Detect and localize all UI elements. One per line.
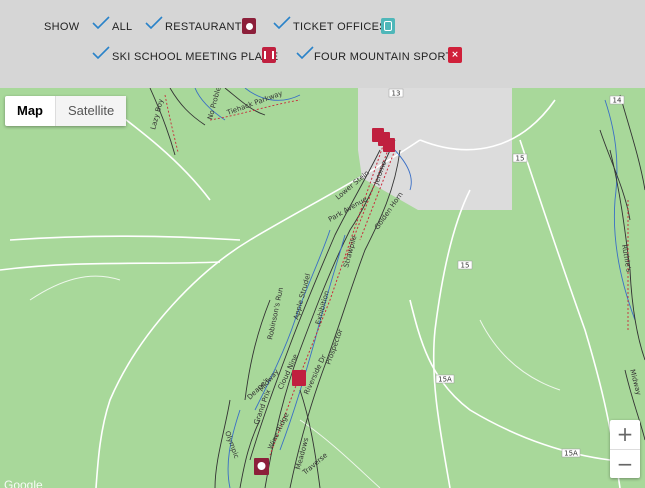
svg-text:No Problem: No Problem (206, 88, 224, 121)
google-logo: Google (4, 478, 43, 488)
map-graphic: 13 14 15 15 15A 15A Tiehack Parkway Lazy… (0, 88, 645, 488)
svg-text:Ruthie's: Ruthie's (620, 244, 633, 273)
restaurants-checkmark-icon[interactable] (145, 16, 163, 30)
ski-school-checkmark-icon[interactable] (92, 46, 110, 60)
map-type-control: Map Satellite (5, 96, 127, 126)
ski-school-icon (262, 47, 276, 63)
svg-text:Midway: Midway (628, 368, 643, 396)
ski-trails-main (214, 139, 412, 488)
svg-text:15: 15 (461, 262, 470, 270)
all-checkmark-icon[interactable] (92, 16, 110, 30)
zoom-control: + − (610, 420, 640, 478)
filter-ticket-offices-label[interactable]: TICKET OFFICES (293, 21, 387, 33)
filter-bar: SHOW ALL RESTAURANTS TICKET OFFICES SKI … (0, 0, 645, 88)
svg-text:Olympic: Olympic (223, 430, 240, 460)
map-type-map-button[interactable]: Map (5, 96, 56, 126)
filter-ski-school-label[interactable]: SKI SCHOOL MEETING PLACE (112, 51, 278, 63)
svg-text:15A: 15A (564, 450, 578, 458)
four-mountain-sports-checkmark-icon[interactable] (296, 46, 314, 60)
svg-text:Exhibition: Exhibition (314, 290, 331, 326)
map-canvas[interactable]: 13 14 15 15 15A 15A Tiehack Parkway Lazy… (0, 88, 645, 488)
svg-text:15A: 15A (438, 376, 452, 384)
svg-text:Robinson's Run: Robinson's Run (266, 287, 285, 341)
ticket-office-icon (381, 18, 395, 34)
filter-restaurants-label[interactable]: RESTAURANTS (165, 21, 249, 33)
svg-text:Prospector: Prospector (324, 328, 344, 366)
svg-text:13: 13 (392, 90, 401, 98)
four-mountain-sports-icon: ⨯ (448, 47, 462, 63)
svg-text:Strawpile: Strawpile (342, 235, 358, 269)
zoom-in-button[interactable]: + (610, 420, 640, 450)
filter-all-label[interactable]: ALL (112, 21, 132, 33)
svg-text:Tiehack Parkway: Tiehack Parkway (225, 89, 284, 117)
town-area (358, 88, 512, 210)
svg-text:Lazy Boy: Lazy Boy (149, 98, 165, 130)
svg-text:14: 14 (613, 97, 622, 105)
ticket-offices-checkmark-icon[interactable] (273, 16, 291, 30)
map-type-satellite-button[interactable]: Satellite (56, 96, 127, 126)
ski-school-marker-3 (383, 138, 395, 152)
filter-four-mountain-sports-label[interactable]: FOUR MOUNTAIN SPORTS (314, 51, 460, 63)
zoom-out-button[interactable]: − (610, 450, 640, 479)
show-label: SHOW (44, 21, 80, 33)
restaurant-icon (242, 18, 256, 34)
svg-text:15: 15 (516, 155, 525, 163)
ski-school-marker-midway (292, 370, 306, 386)
ski-lifts (269, 139, 396, 456)
